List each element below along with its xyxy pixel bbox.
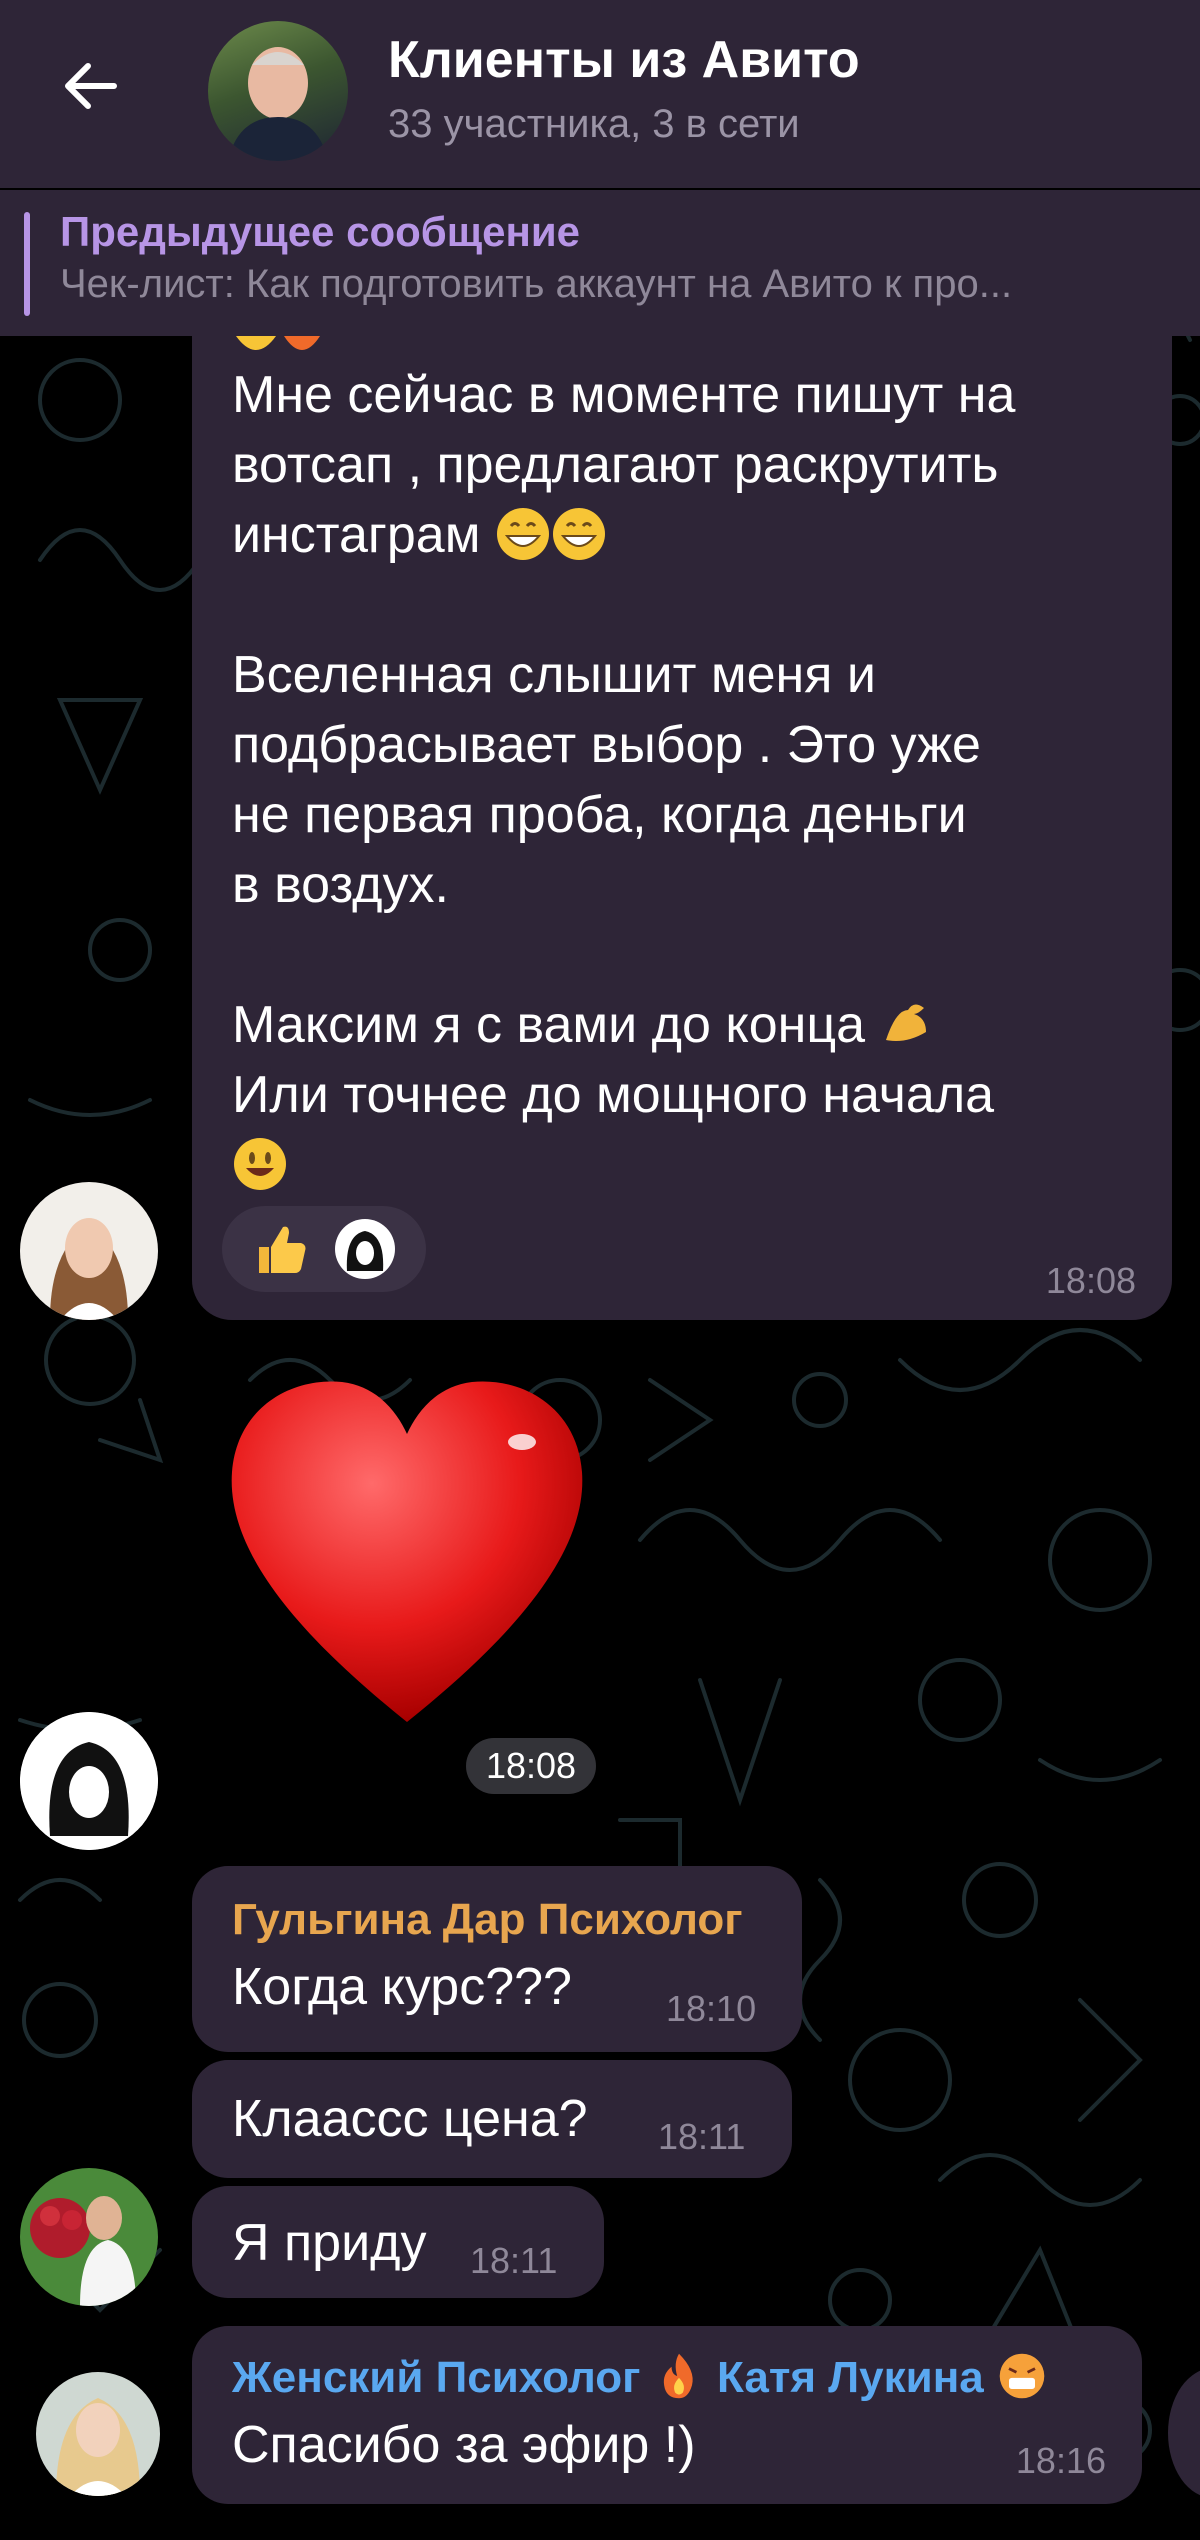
- pinned-title: Предыдущее сообщение: [60, 208, 581, 255]
- woman-flowers-photo-icon: [20, 2168, 158, 2306]
- message-time: 18:16: [1015, 2440, 1106, 2481]
- pinned-text: Чек-лист: Как подготовить аккаунт на Ави…: [60, 262, 1013, 306]
- message-text: Спасибо за эфир !): [232, 2416, 696, 2474]
- sender-avatar[interactable]: [20, 1182, 158, 1320]
- message-text: Когда курс???: [232, 1958, 572, 2016]
- woman-photo-icon: [36, 2372, 160, 2496]
- chat-members-status: 33 участника, 3 в сети: [388, 102, 800, 146]
- partial-emoji-icon: [236, 336, 320, 350]
- message-text: Мне сейчас в моменте пишут на вотсап , п…: [232, 360, 1015, 1200]
- reaction-avatar[interactable]: [330, 1214, 400, 1284]
- message-time: 18:11: [470, 2240, 558, 2281]
- woman-photo-icon: [20, 1182, 158, 1320]
- message-time: 18:08: [1045, 1260, 1136, 1301]
- hooded-avatar-icon: [335, 1219, 395, 1279]
- message-bubble[interactable]: Я приду 18:11: [192, 2186, 604, 2298]
- sender-avatar-hooded[interactable]: [20, 1712, 158, 1850]
- reactions-bar: [222, 1206, 426, 1292]
- fire-icon: [663, 2353, 693, 2399]
- message-text: Клааccс цена?: [232, 2090, 588, 2148]
- sender-name[interactable]: Женский Психолог Катя Лукина: [232, 2348, 1048, 2408]
- sender-avatar[interactable]: [20, 2168, 158, 2306]
- red-heart-sticker[interactable]: [222, 1372, 592, 1738]
- message-text: Я приду: [232, 2214, 427, 2272]
- flexed-biceps-icon: [885, 1004, 926, 1041]
- thumbs-up-icon: [259, 1226, 306, 1273]
- message-bubble[interactable]: Клааccс цена? 18:11: [192, 2060, 792, 2178]
- reaction-thumbs-up[interactable]: [246, 1214, 316, 1284]
- pinned-message-bar[interactable]: Предыдущее сообщение Чек-лист: Как подго…: [0, 190, 1200, 336]
- mask-emoji-icon: [999, 2353, 1045, 2399]
- group-avatar[interactable]: [208, 21, 348, 161]
- hooded-avatar-icon: [20, 1712, 158, 1850]
- smile-emoji-icon: [234, 1138, 286, 1190]
- grin-emoji-icon: [552, 508, 605, 560]
- arrow-left-icon: [65, 63, 117, 109]
- sender-name[interactable]: Гульгина Дар Психолог: [232, 1890, 743, 1950]
- pinned-indicator: [24, 212, 30, 316]
- message-bubble-long[interactable]: Мне сейчас в моменте пишут на вотсап , п…: [192, 300, 1172, 1320]
- sender-avatar[interactable]: [36, 2372, 160, 2496]
- sticker-time: 18:08: [466, 1738, 596, 1794]
- person-photo-icon: [228, 47, 328, 161]
- chat-header: Клиенты из Авито 33 участника, 3 в сети: [0, 0, 1200, 188]
- chat-title[interactable]: Клиенты из Авито: [388, 30, 860, 90]
- message-time: 18:10: [666, 1988, 757, 2029]
- grin-emoji-icon: [496, 508, 549, 560]
- message-time: 18:11: [658, 2116, 746, 2157]
- back-button[interactable]: [30, 46, 150, 126]
- message-bubble[interactable]: Гульгина Дар Психолог Когда курс??? 18:1…: [192, 1866, 802, 2052]
- message-bubble[interactable]: Женский Психолог Катя Лукина Спасибо за …: [192, 2326, 1142, 2504]
